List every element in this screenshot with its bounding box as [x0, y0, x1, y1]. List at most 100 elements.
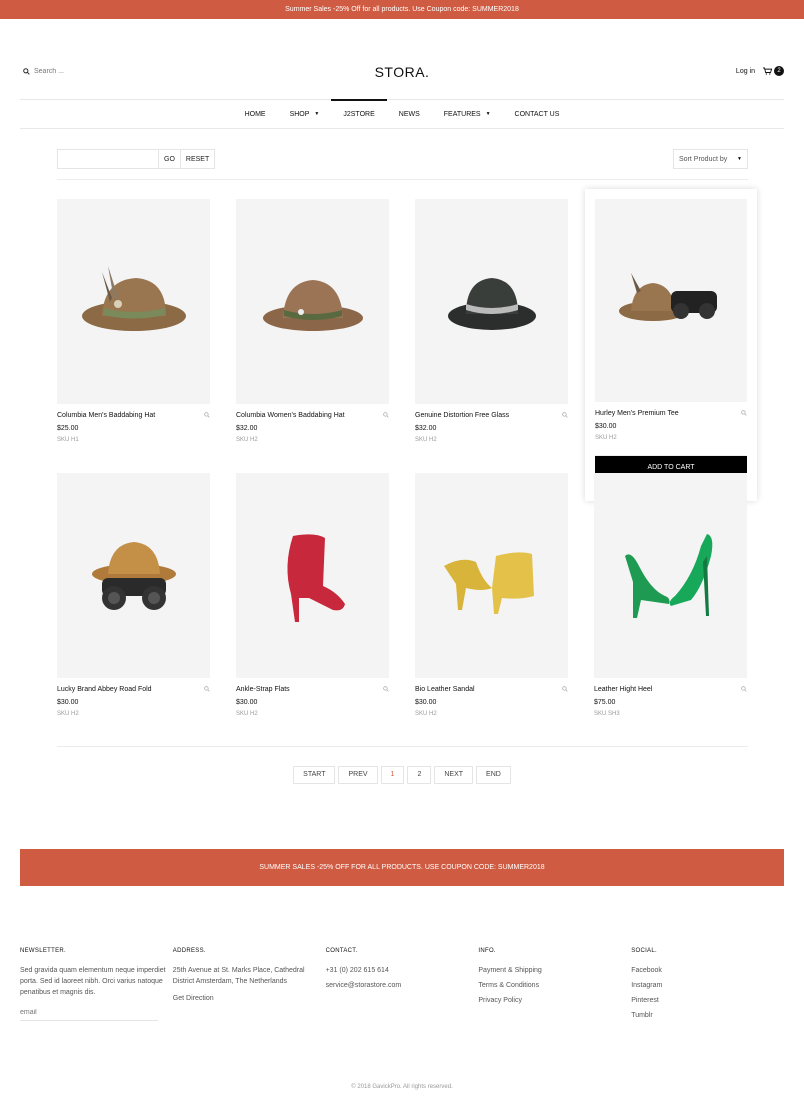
product-sku: SKU H2 [236, 711, 258, 717]
site-header: STORA. Log in 2 [20, 62, 784, 86]
zoom-icon[interactable] [562, 686, 568, 692]
footer-heading: SOCIAL. [631, 948, 657, 954]
nav-news[interactable]: NEWS [387, 100, 432, 129]
tumblr-link[interactable]: Tumblr [631, 1010, 784, 1021]
footer-heading: ADDRESS. [172, 948, 206, 954]
reset-button[interactable]: RESET [179, 150, 215, 168]
footer-info: INFO. Payment & Shipping Terms & Conditi… [478, 946, 631, 1025]
phone-link[interactable]: +31 (0) 202 615 614 [326, 965, 479, 976]
nav-shop[interactable]: SHOP ▼ [278, 100, 332, 129]
hat-binoculars-image [619, 272, 717, 321]
promo-text: SUMMER SALES -25% OFF FOR ALL PRODUCTS. … [259, 864, 545, 871]
product-name[interactable]: Bio Leather Sandal [415, 686, 475, 693]
page-1-button[interactable]: 1 [380, 766, 405, 784]
zoom-icon[interactable] [383, 686, 389, 692]
product-image[interactable] [57, 473, 210, 678]
privacy-link[interactable]: Privacy Policy [478, 995, 631, 1006]
nav-j2store-label: J2STORE [343, 111, 375, 118]
zoom-icon[interactable] [741, 410, 747, 416]
footer-heading: INFO. [478, 948, 496, 954]
nav-features[interactable]: FEATURES ▼ [432, 100, 503, 129]
product-price: $30.00 [595, 423, 617, 430]
facebook-link[interactable]: Facebook [631, 965, 784, 976]
get-direction-link[interactable]: Get Direction [173, 993, 326, 1004]
product-name[interactable]: Ankle-Strap Flats [236, 686, 290, 693]
hat-brown-image [262, 279, 363, 331]
filter-box: GO RESET [57, 149, 216, 169]
nav-shop-label: SHOP [289, 111, 310, 118]
nav-j2store[interactable]: J2STORE [331, 99, 388, 129]
nav-contact-label: CONTACT US [514, 111, 560, 118]
product-name[interactable]: Columbia Men's Baddabing Hat [57, 412, 155, 419]
product-name[interactable]: Columbia Women's Baddabing Hat [236, 412, 345, 419]
page-next-button[interactable]: NEXT [434, 766, 474, 784]
red-boot-image [286, 533, 345, 622]
product-image[interactable] [595, 199, 747, 402]
product-card-hovered[interactable]: Hurley Men's Premium Tee $30.00 SKU H2 A… [585, 189, 757, 501]
product-card[interactable]: Leather Hight Heel $75.00 SKU SH3 [594, 473, 747, 717]
product-sku: SKU H2 [236, 437, 258, 443]
zoom-icon[interactable] [383, 412, 389, 418]
go-button[interactable]: GO [159, 150, 180, 168]
page-start-button[interactable]: START [293, 766, 336, 784]
email-field[interactable] [20, 1006, 158, 1021]
nav-home[interactable]: HOME [233, 100, 278, 129]
product-name[interactable]: Leather Hight Heel [594, 686, 652, 693]
footer-address: ADDRESS. 25th Avenue at St. Marks Place,… [173, 946, 326, 1025]
product-price: $30.00 [415, 699, 437, 706]
product-image[interactable] [415, 473, 568, 678]
product-card[interactable]: Genuine Distortion Free Glass $32.00 SKU… [415, 199, 568, 443]
product-card[interactable]: Columbia Men's Baddabing Hat $25.00 SKU … [57, 199, 210, 443]
product-image[interactable] [594, 473, 747, 678]
product-name[interactable]: Genuine Distortion Free Glass [415, 412, 509, 419]
product-sku: SKU H2 [415, 711, 437, 717]
announcement-bar: Summer Sales -25% Off for all products. … [0, 0, 804, 19]
login-link[interactable]: Log in [736, 68, 755, 75]
payment-shipping-link[interactable]: Payment & Shipping [478, 965, 631, 976]
product-card[interactable]: Bio Leather Sandal $30.00 SKU H2 [415, 473, 568, 717]
product-name[interactable]: Lucky Brand Abbey Road Fold [57, 686, 152, 693]
product-card[interactable]: Lucky Brand Abbey Road Fold $30.00 SKU H… [57, 473, 210, 717]
instagram-link[interactable]: Instagram [631, 980, 784, 991]
zoom-icon[interactable] [204, 412, 210, 418]
yellow-bootie-image [443, 551, 534, 614]
sort-select[interactable]: Sort Product by ▼ [673, 149, 748, 169]
sort-label: Sort Product by [679, 155, 728, 163]
hat-binoculars-2-image [91, 541, 176, 610]
page-end-button[interactable]: END [476, 766, 511, 784]
product-image[interactable] [57, 199, 210, 404]
product-card[interactable]: Ankle-Strap Flats $30.00 SKU H2 [236, 473, 389, 717]
product-image[interactable] [236, 199, 389, 404]
site-logo[interactable]: STORA. [20, 64, 784, 80]
terms-link[interactable]: Terms & Conditions [478, 980, 631, 991]
nav-contact[interactable]: CONTACT US [503, 100, 572, 129]
zoom-icon[interactable] [204, 686, 210, 692]
product-name[interactable]: Hurley Men's Premium Tee [595, 410, 679, 417]
product-price: $25.00 [57, 425, 79, 432]
divider [57, 746, 748, 747]
product-image[interactable] [236, 473, 389, 678]
hat-black-image [447, 277, 536, 330]
cart-button[interactable]: 2 [763, 66, 784, 76]
nav-news-label: NEWS [398, 111, 420, 118]
zoom-icon[interactable] [562, 412, 568, 418]
footer-heading: NEWSLETTER. [20, 948, 66, 954]
page-2-button[interactable]: 2 [407, 766, 432, 784]
newsletter-text: Sed gravida quam elementum neque imperdi… [20, 967, 166, 996]
footer-heading: CONTACT. [325, 948, 358, 954]
product-image[interactable] [415, 199, 568, 404]
caret-down-icon: ▼ [737, 156, 742, 162]
announcement-text: Summer Sales -25% Off for all products. … [285, 6, 519, 13]
page-prev-button[interactable]: PREV [338, 766, 378, 784]
pinterest-link[interactable]: Pinterest [631, 995, 784, 1006]
product-price: $75.00 [594, 699, 616, 706]
caret-down-icon: ▼ [314, 111, 320, 117]
product-toolbar: GO RESET Sort Product by ▼ [57, 149, 748, 180]
green-heels-image [624, 533, 712, 618]
filter-input[interactable] [58, 150, 159, 168]
product-sku: SKU H2 [415, 437, 437, 443]
email-link[interactable]: service@storastore.com [326, 980, 479, 991]
product-card[interactable]: Columbia Women's Baddabing Hat $32.00 SK… [236, 199, 389, 443]
zoom-icon[interactable] [741, 686, 747, 692]
footer-contact: CONTACT. +31 (0) 202 615 614 service@sto… [326, 946, 479, 1025]
